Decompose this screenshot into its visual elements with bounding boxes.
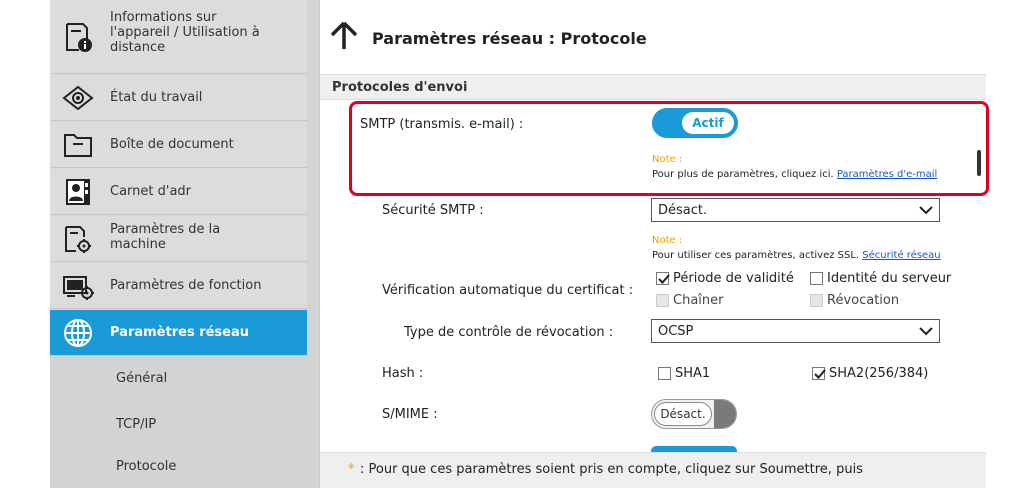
- smtp-security-select[interactable]: Désact.: [651, 198, 940, 222]
- revocation-type-select[interactable]: OCSP: [651, 319, 940, 343]
- function-settings-icon: [60, 270, 96, 302]
- page-title: Paramètres réseau : Protocole: [372, 29, 647, 48]
- sidebar-item-label: Carnet d'adr: [110, 184, 192, 199]
- sidebar-item-device-info[interactable]: Informations sur l'appareil / Utilisatio…: [50, 0, 307, 74]
- footer-text: : Pour que ces paramètres soient pris en…: [360, 462, 863, 477]
- sidebar-subitem-protocol[interactable]: Protocole: [50, 448, 307, 488]
- checkbox-label: SHA1: [675, 366, 711, 381]
- back-arrow-icon[interactable]: [330, 21, 358, 51]
- main-panel: Paramètres réseau : Protocole Protocoles…: [319, 0, 986, 488]
- checkbox-chain: Chaîner: [656, 293, 723, 308]
- checkbox-box: [810, 272, 823, 285]
- smime-label: S/MIME :: [382, 407, 438, 422]
- checkbox-label: Période de validité: [673, 271, 794, 286]
- globe-icon: [60, 317, 96, 349]
- checkbox-label: Révocation: [827, 293, 900, 308]
- smtp-security-note-text: Pour utiliser ces paramètres, activez SS…: [652, 250, 941, 261]
- revocation-type-value: OCSP: [658, 324, 694, 339]
- checkbox-validity-period[interactable]: Période de validité: [656, 271, 794, 286]
- sidebar-item-address-book[interactable]: Carnet d'adr: [50, 169, 307, 215]
- checkbox-server-identity[interactable]: Identité du serveur: [810, 271, 951, 286]
- address-book-icon: [60, 176, 96, 208]
- checkbox-box: [656, 294, 669, 307]
- chevron-down-icon: [919, 203, 933, 217]
- checkbox-sha1[interactable]: SHA1: [658, 366, 710, 381]
- sidebar-item-label: Boîte de document: [110, 137, 234, 152]
- section-title: Protocoles d'envoi: [332, 80, 468, 95]
- sidebar-item-label: Paramètres réseau: [110, 325, 250, 340]
- eye-icon: [60, 82, 96, 114]
- checkbox-label: Identité du serveur: [827, 271, 952, 286]
- page-header: Paramètres réseau : Protocole: [320, 15, 986, 65]
- toggle-track: [714, 400, 736, 428]
- sidebar-item-document-box[interactable]: Boîte de document: [50, 122, 307, 168]
- device-info-icon: [60, 21, 96, 53]
- sidebar-item-label: Paramètres de la machine: [110, 222, 221, 252]
- sidebar-subitem-tcpip[interactable]: TCP/IP: [50, 402, 307, 448]
- checkbox-box: [810, 294, 823, 307]
- checkbox-sha2[interactable]: SHA2(256/384): [812, 366, 928, 381]
- section-header: Protocoles d'envoi: [320, 74, 986, 100]
- left-margin: [0, 0, 50, 488]
- smime-toggle[interactable]: Désact.: [651, 399, 737, 429]
- chevron-down-icon: [919, 324, 933, 338]
- sidebar-item-network-settings[interactable]: Paramètres réseau: [50, 310, 307, 356]
- hash-label: Hash :: [382, 366, 424, 381]
- sidebar-item-label: Informations sur l'appareil / Utilisatio…: [110, 10, 260, 55]
- sidebar-item-job-status[interactable]: État du travail: [50, 75, 307, 121]
- cert-check-label: Vérification automatique du certificat :: [382, 283, 634, 298]
- checkbox-revocation: Révocation: [810, 293, 899, 308]
- smtp-security-note-title: Note :: [652, 235, 683, 246]
- smime-toggle-knob: Désact.: [654, 402, 712, 426]
- checkbox-label: SHA2(256/384): [829, 366, 929, 381]
- checkbox-label: Chaîner: [673, 293, 724, 308]
- sidebar-item-label: Paramètres de fonction: [110, 278, 262, 293]
- sidebar-subitem-general[interactable]: Général: [50, 356, 307, 402]
- smtp-security-label: Sécurité SMTP :: [382, 203, 484, 218]
- sidebar-item-machine-settings[interactable]: Paramètres de la machine: [50, 216, 307, 262]
- footer-note: * : Pour que ces paramètres soient pris …: [320, 452, 986, 488]
- smtp-security-value: Désact.: [658, 203, 708, 218]
- revocation-type-label: Type de contrôle de révocation :: [404, 325, 614, 340]
- sidebar-subitem-label: Général: [116, 371, 168, 386]
- checkbox-box: [656, 272, 670, 285]
- sidebar-subitem-label: Protocole: [116, 459, 177, 474]
- sidebar-item-label: État du travail: [110, 90, 203, 105]
- machine-settings-icon: [60, 223, 96, 255]
- sidebar-subitem-label: TCP/IP: [116, 417, 157, 432]
- folder-icon: [60, 129, 96, 161]
- network-security-link[interactable]: Sécurité réseau: [862, 250, 940, 261]
- checkbox-box: [812, 367, 826, 380]
- sidebar: Informations sur l'appareil / Utilisatio…: [50, 0, 307, 488]
- right-margin: [985, 0, 1027, 488]
- footer-star: *: [348, 462, 355, 477]
- highlight-box: [349, 101, 989, 196]
- checkbox-box: [658, 367, 671, 380]
- sidebar-item-function-settings[interactable]: Paramètres de fonction: [50, 263, 307, 309]
